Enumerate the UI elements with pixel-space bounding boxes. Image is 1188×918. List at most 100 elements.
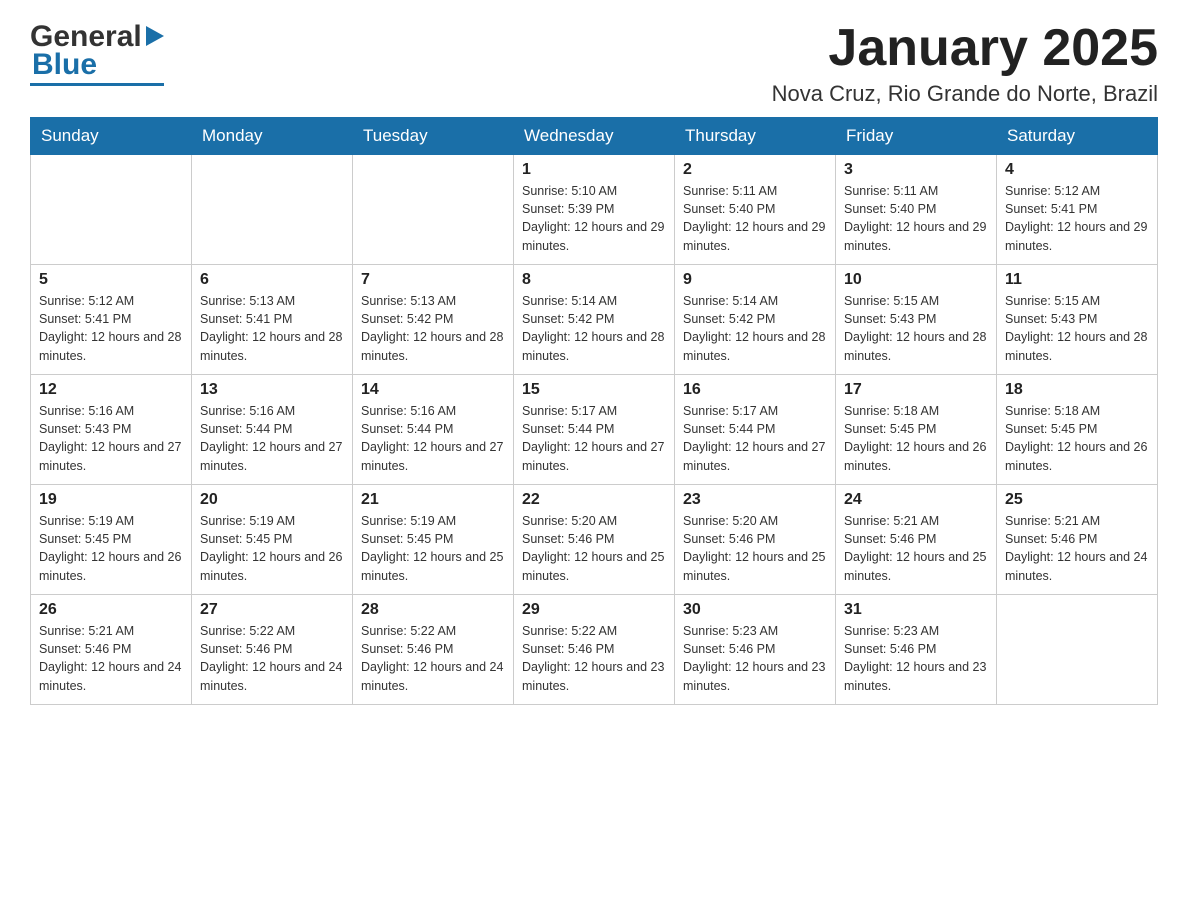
day-number: 10	[844, 271, 988, 289]
day-info: Sunrise: 5:19 AM Sunset: 5:45 PM Dayligh…	[39, 512, 183, 585]
day-info: Sunrise: 5:11 AM Sunset: 5:40 PM Dayligh…	[844, 182, 988, 255]
day-info: Sunrise: 5:21 AM Sunset: 5:46 PM Dayligh…	[39, 622, 183, 695]
calendar-day-11: 11 Sunrise: 5:15 AM Sunset: 5:43 PM Dayli…	[997, 265, 1158, 375]
day-info: Sunrise: 5:20 AM Sunset: 5:46 PM Dayligh…	[683, 512, 827, 585]
calendar-day-5: 5 Sunrise: 5:12 AM Sunset: 5:41 PM Daylig…	[31, 265, 192, 375]
calendar-day-28: 28 Sunrise: 5:22 AM Sunset: 5:46 PM Dayli…	[353, 595, 514, 705]
calendar-day-30: 30 Sunrise: 5:23 AM Sunset: 5:46 PM Dayli…	[675, 595, 836, 705]
day-info: Sunrise: 5:12 AM Sunset: 5:41 PM Dayligh…	[39, 292, 183, 365]
calendar-day-14: 14 Sunrise: 5:16 AM Sunset: 5:44 PM Dayli…	[353, 375, 514, 485]
day-number: 14	[361, 381, 505, 399]
day-number: 18	[1005, 381, 1149, 399]
calendar-day-10: 10 Sunrise: 5:15 AM Sunset: 5:43 PM Dayli…	[836, 265, 997, 375]
day-info: Sunrise: 5:16 AM Sunset: 5:44 PM Dayligh…	[200, 402, 344, 475]
day-number: 28	[361, 601, 505, 619]
calendar-header-row: SundayMondayTuesdayWednesdayThursdayFrid…	[31, 118, 1158, 155]
calendar-day-3: 3 Sunrise: 5:11 AM Sunset: 5:40 PM Daylig…	[836, 155, 997, 265]
day-info: Sunrise: 5:23 AM Sunset: 5:46 PM Dayligh…	[844, 622, 988, 695]
day-number: 29	[522, 601, 666, 619]
day-info: Sunrise: 5:18 AM Sunset: 5:45 PM Dayligh…	[844, 402, 988, 475]
day-number: 30	[683, 601, 827, 619]
logo-blue-text: Blue	[32, 48, 97, 82]
day-info: Sunrise: 5:12 AM Sunset: 5:41 PM Dayligh…	[1005, 182, 1149, 255]
day-number: 16	[683, 381, 827, 399]
day-number: 21	[361, 491, 505, 509]
day-info: Sunrise: 5:16 AM Sunset: 5:43 PM Dayligh…	[39, 402, 183, 475]
calendar-day-13: 13 Sunrise: 5:16 AM Sunset: 5:44 PM Dayli…	[192, 375, 353, 485]
day-number: 27	[200, 601, 344, 619]
col-header-wednesday: Wednesday	[514, 118, 675, 155]
day-number: 12	[39, 381, 183, 399]
day-number: 4	[1005, 161, 1149, 179]
day-info: Sunrise: 5:19 AM Sunset: 5:45 PM Dayligh…	[200, 512, 344, 585]
calendar-day-4: 4 Sunrise: 5:12 AM Sunset: 5:41 PM Daylig…	[997, 155, 1158, 265]
col-header-saturday: Saturday	[997, 118, 1158, 155]
day-info: Sunrise: 5:22 AM Sunset: 5:46 PM Dayligh…	[522, 622, 666, 695]
calendar-day-9: 9 Sunrise: 5:14 AM Sunset: 5:42 PM Daylig…	[675, 265, 836, 375]
day-number: 3	[844, 161, 988, 179]
day-number: 22	[522, 491, 666, 509]
day-number: 19	[39, 491, 183, 509]
col-header-tuesday: Tuesday	[353, 118, 514, 155]
calendar-week-1: 5 Sunrise: 5:12 AM Sunset: 5:41 PM Daylig…	[31, 265, 1158, 375]
day-number: 6	[200, 271, 344, 289]
day-number: 8	[522, 271, 666, 289]
month-title: January 2025	[772, 20, 1158, 77]
calendar-day-22: 22 Sunrise: 5:20 AM Sunset: 5:46 PM Dayli…	[514, 485, 675, 595]
calendar-day-25: 25Sunrise: 5:21 AM Sunset: 5:46 PM Dayli…	[997, 485, 1158, 595]
logo-arrow-icon	[146, 20, 164, 54]
calendar-day-2: 2Sunrise: 5:11 AM Sunset: 5:40 PM Daylig…	[675, 155, 836, 265]
calendar-day-7: 7 Sunrise: 5:13 AM Sunset: 5:42 PM Daylig…	[353, 265, 514, 375]
calendar-day-19: 19 Sunrise: 5:19 AM Sunset: 5:45 PM Dayli…	[31, 485, 192, 595]
day-number: 1	[522, 161, 666, 179]
logo: General Blue	[30, 20, 164, 86]
calendar-day-12: 12 Sunrise: 5:16 AM Sunset: 5:43 PM Dayli…	[31, 375, 192, 485]
logo-blue-row: Blue	[30, 48, 97, 82]
day-number: 26	[39, 601, 183, 619]
calendar-week-4: 26 Sunrise: 5:21 AM Sunset: 5:46 PM Dayli…	[31, 595, 1158, 705]
page-header: General Blue January 2025 Nova Cruz, Rio…	[30, 20, 1158, 107]
day-info: Sunrise: 5:14 AM Sunset: 5:42 PM Dayligh…	[683, 292, 827, 365]
calendar-day-26: 26 Sunrise: 5:21 AM Sunset: 5:46 PM Dayli…	[31, 595, 192, 705]
day-info: Sunrise: 5:16 AM Sunset: 5:44 PM Dayligh…	[361, 402, 505, 475]
calendar-day-15: 15Sunrise: 5:17 AM Sunset: 5:44 PM Dayli…	[514, 375, 675, 485]
calendar-day-23: 23 Sunrise: 5:20 AM Sunset: 5:46 PM Dayli…	[675, 485, 836, 595]
calendar-day-27: 27 Sunrise: 5:22 AM Sunset: 5:46 PM Dayli…	[192, 595, 353, 705]
day-number: 2	[683, 161, 827, 179]
calendar-week-0: 1Sunrise: 5:10 AM Sunset: 5:39 PM Daylig…	[31, 155, 1158, 265]
day-number: 5	[39, 271, 183, 289]
calendar-week-3: 19 Sunrise: 5:19 AM Sunset: 5:45 PM Dayli…	[31, 485, 1158, 595]
calendar-day-18: 18 Sunrise: 5:18 AM Sunset: 5:45 PM Dayli…	[997, 375, 1158, 485]
calendar-day-8: 8Sunrise: 5:14 AM Sunset: 5:42 PM Daylig…	[514, 265, 675, 375]
day-number: 7	[361, 271, 505, 289]
calendar-week-2: 12 Sunrise: 5:16 AM Sunset: 5:43 PM Dayli…	[31, 375, 1158, 485]
day-info: Sunrise: 5:21 AM Sunset: 5:46 PM Dayligh…	[844, 512, 988, 585]
location-title: Nova Cruz, Rio Grande do Norte, Brazil	[772, 81, 1158, 107]
day-number: 17	[844, 381, 988, 399]
col-header-sunday: Sunday	[31, 118, 192, 155]
day-info: Sunrise: 5:17 AM Sunset: 5:44 PM Dayligh…	[683, 402, 827, 475]
day-info: Sunrise: 5:13 AM Sunset: 5:41 PM Dayligh…	[200, 292, 344, 365]
day-number: 11	[1005, 271, 1149, 289]
calendar-day-24: 24 Sunrise: 5:21 AM Sunset: 5:46 PM Dayli…	[836, 485, 997, 595]
day-number: 9	[683, 271, 827, 289]
day-info: Sunrise: 5:13 AM Sunset: 5:42 PM Dayligh…	[361, 292, 505, 365]
day-info: Sunrise: 5:20 AM Sunset: 5:46 PM Dayligh…	[522, 512, 666, 585]
col-header-thursday: Thursday	[675, 118, 836, 155]
day-info: Sunrise: 5:22 AM Sunset: 5:46 PM Dayligh…	[361, 622, 505, 695]
calendar-day-1: 1Sunrise: 5:10 AM Sunset: 5:39 PM Daylig…	[514, 155, 675, 265]
calendar-day-6: 6 Sunrise: 5:13 AM Sunset: 5:41 PM Daylig…	[192, 265, 353, 375]
calendar-table: SundayMondayTuesdayWednesdayThursdayFrid…	[30, 117, 1158, 705]
day-info: Sunrise: 5:19 AM Sunset: 5:45 PM Dayligh…	[361, 512, 505, 585]
day-number: 24	[844, 491, 988, 509]
calendar-day-17: 17 Sunrise: 5:18 AM Sunset: 5:45 PM Dayli…	[836, 375, 997, 485]
col-header-monday: Monday	[192, 118, 353, 155]
day-info: Sunrise: 5:15 AM Sunset: 5:43 PM Dayligh…	[1005, 292, 1149, 365]
day-info: Sunrise: 5:22 AM Sunset: 5:46 PM Dayligh…	[200, 622, 344, 695]
day-info: Sunrise: 5:18 AM Sunset: 5:45 PM Dayligh…	[1005, 402, 1149, 475]
day-number: 23	[683, 491, 827, 509]
day-info: Sunrise: 5:15 AM Sunset: 5:43 PM Dayligh…	[844, 292, 988, 365]
day-info: Sunrise: 5:23 AM Sunset: 5:46 PM Dayligh…	[683, 622, 827, 695]
calendar-day-21: 21 Sunrise: 5:19 AM Sunset: 5:45 PM Dayli…	[353, 485, 514, 595]
day-number: 13	[200, 381, 344, 399]
